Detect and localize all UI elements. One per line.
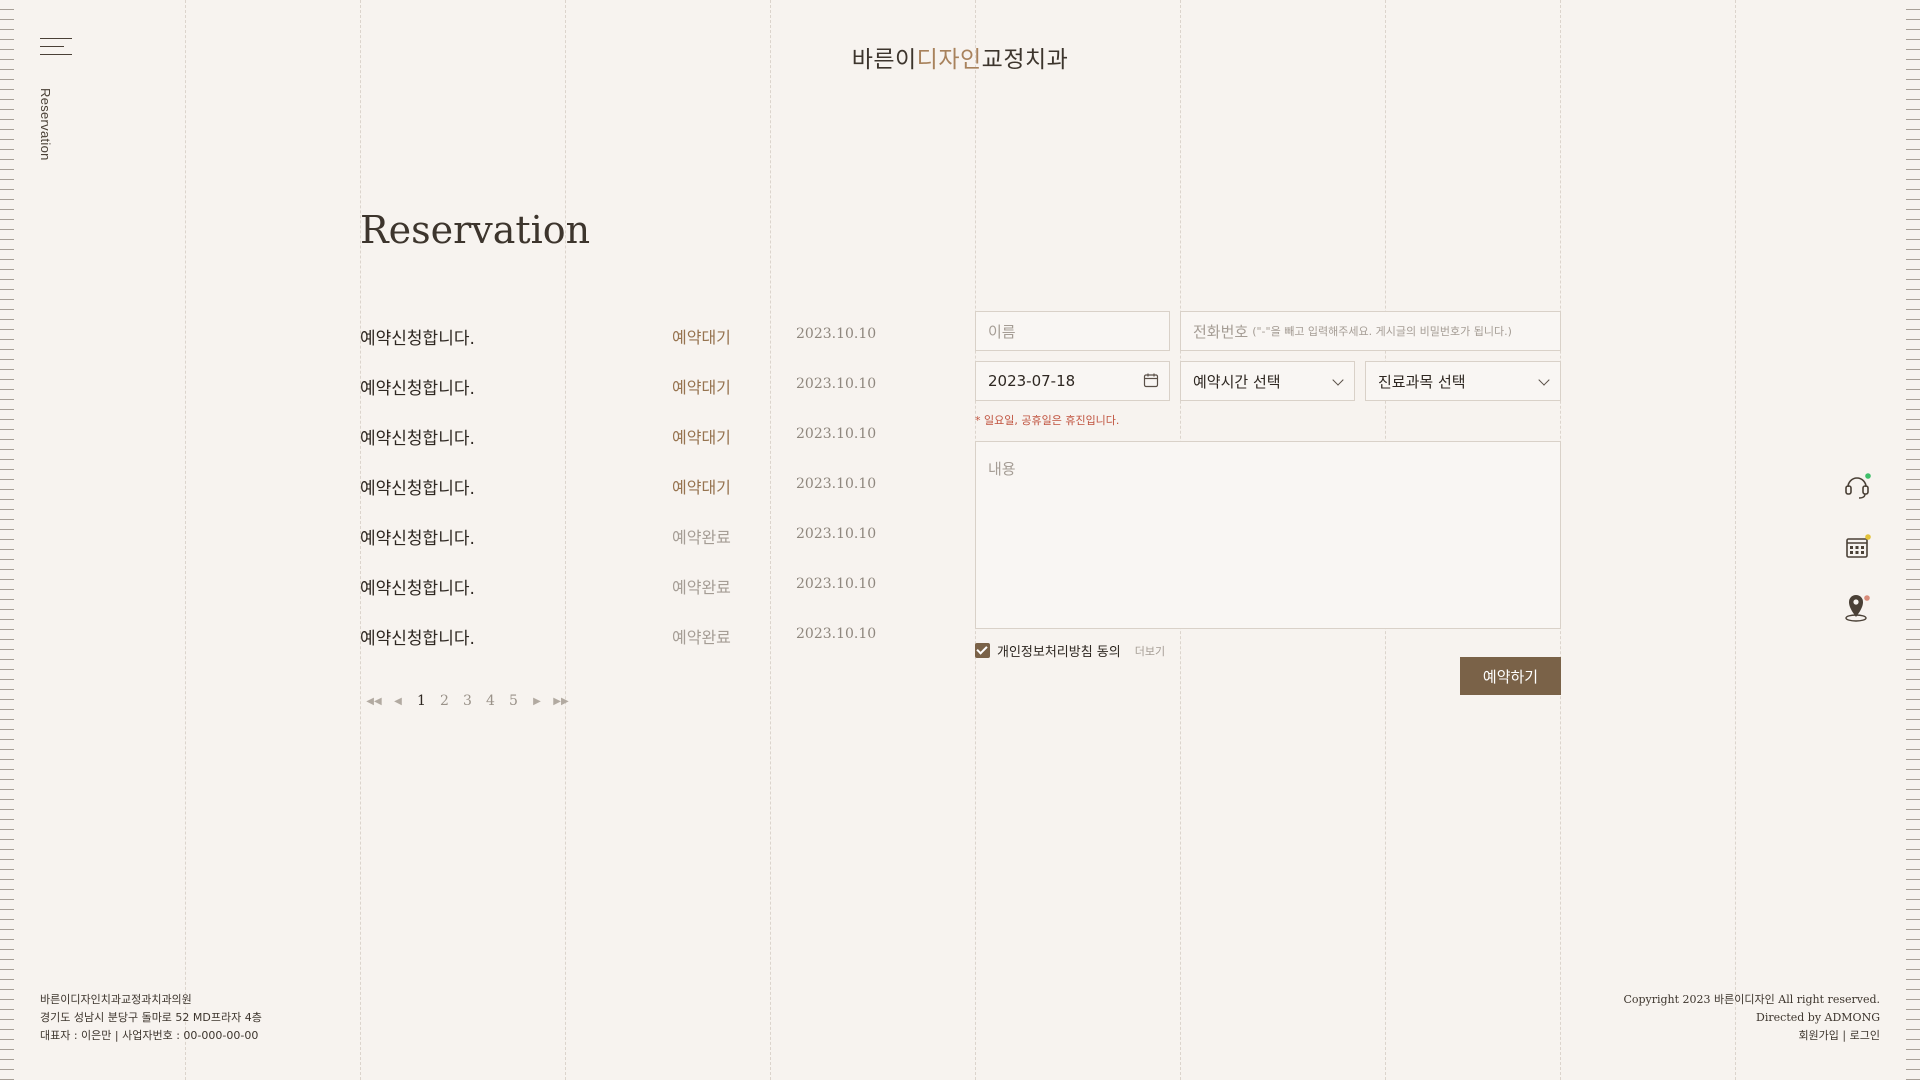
item-title: 예약신청합니다. — [360, 379, 475, 399]
item-title: 예약신청합니다. — [360, 429, 475, 449]
list-item[interactable]: 예약신청합니다. 예약대기 2023.10.10 — [360, 418, 880, 468]
privacy-more-link[interactable]: 더보기 — [1135, 643, 1165, 659]
privacy-checkbox[interactable] — [975, 643, 990, 658]
content-textarea[interactable]: 내용 — [975, 441, 1561, 629]
grid-line — [1735, 0, 1736, 1080]
item-title: 예약신청합니다. — [360, 479, 475, 499]
item-date: 2023.10.10 — [796, 426, 877, 442]
phone-field[interactable]: 전화번호 ("-"을 빼고 입력해주세요. 게시글의 비밀번호가 됩니다.) — [1180, 311, 1561, 351]
status-badge: 예약대기 — [672, 328, 731, 347]
prev-page-icon[interactable]: ◀ — [386, 696, 410, 707]
item-title: 예약신청합니다. — [360, 529, 475, 549]
site-logo[interactable]: 바른이디자인교정치과 — [0, 40, 1920, 74]
phone-placeholder: 전화번호 — [1193, 322, 1249, 341]
footer-links: 회원가입 | 로그인 — [1623, 1027, 1880, 1045]
ruler-left — [0, 0, 22, 1080]
logo-text-accent: 디자인 — [916, 47, 982, 73]
join-link[interactable]: 회원가입 — [1798, 1029, 1838, 1042]
reservation-list: 예약신청합니다. 예약대기 2023.10.10 예약신청합니다. 예약대기 2… — [360, 318, 880, 668]
logo-text-post: 교정치과 — [981, 47, 1069, 73]
department-select-value: 진료과목 선택 — [1378, 372, 1466, 391]
item-title: 예약신청합니다. — [360, 629, 475, 649]
item-title: 예약신청합니다. — [360, 329, 475, 349]
next-page-icon[interactable]: ▶ — [525, 696, 549, 707]
item-date: 2023.10.10 — [796, 626, 877, 642]
item-date: 2023.10.10 — [796, 326, 877, 342]
footer-info: 바른이디자인치과교정과치과의원 경기도 성남시 분당구 돌마로 52 MD프라자… — [40, 991, 262, 1045]
footer-clinic-name: 바른이디자인치과교정과치과의원 — [40, 993, 192, 1006]
name-field[interactable]: 이름 — [975, 311, 1170, 351]
chevron-down-icon — [1538, 374, 1550, 386]
status-badge: 예약완료 — [672, 578, 731, 597]
status-badge: 예약완료 — [672, 628, 731, 647]
list-item[interactable]: 예약신청합니다. 예약대기 2023.10.10 — [360, 318, 880, 368]
last-page-icon[interactable]: ▶▶ — [549, 696, 573, 707]
footer-separator: | — [1842, 1029, 1850, 1042]
reserve-button[interactable]: 예약하기 — [1460, 657, 1561, 695]
item-date: 2023.10.10 — [796, 376, 877, 392]
side-label: Reservation — [38, 88, 53, 161]
ruler-right — [1898, 0, 1920, 1080]
date-field[interactable]: 2023-07-18 — [975, 361, 1170, 401]
login-link[interactable]: 로그인 — [1850, 1029, 1880, 1042]
list-item[interactable]: 예약신청합니다. 예약완료 2023.10.10 — [360, 518, 880, 568]
location-icon[interactable] — [1840, 590, 1874, 624]
page-link[interactable]: 5 — [502, 693, 525, 709]
content-placeholder: 내용 — [988, 460, 1016, 478]
list-item[interactable]: 예약신청합니다. 예약대기 2023.10.10 — [360, 468, 880, 518]
footer-directed: Directed by ADMONG — [1756, 1011, 1880, 1024]
status-badge: 예약대기 — [672, 478, 731, 497]
department-select[interactable]: 진료과목 선택 — [1365, 361, 1561, 401]
item-date: 2023.10.10 — [796, 526, 877, 542]
grid-line — [185, 0, 186, 1080]
privacy-label[interactable]: 개인정보처리방침 동의 — [997, 641, 1121, 660]
pagination: ◀◀ ◀ 1 2 3 4 5 ▶ ▶▶ — [362, 690, 573, 712]
item-date: 2023.10.10 — [796, 476, 877, 492]
logo-text-pre: 바른이 — [851, 47, 917, 73]
calendar-icon[interactable] — [1840, 530, 1874, 564]
first-page-icon[interactable]: ◀◀ — [362, 696, 386, 707]
status-badge: 예약대기 — [672, 378, 731, 397]
item-date: 2023.10.10 — [796, 576, 877, 592]
page-link[interactable]: 3 — [456, 693, 479, 709]
time-select[interactable]: 예약시간 선택 — [1180, 361, 1355, 401]
list-item[interactable]: 예약신청합니다. 예약완료 2023.10.10 — [360, 568, 880, 618]
name-placeholder: 이름 — [988, 322, 1016, 341]
chevron-down-icon — [1332, 374, 1344, 386]
page-link[interactable]: 1 — [410, 693, 433, 709]
date-value: 2023-07-18 — [988, 372, 1076, 390]
item-title: 예약신청합니다. — [360, 579, 475, 599]
status-badge: 예약완료 — [672, 528, 731, 547]
footer-copyright: Copyright 2023 바른이디자인 All right reserved… — [1623, 993, 1880, 1006]
footer-address: 경기도 성남시 분당구 돌마로 52 MD프라자 4층 — [40, 1011, 262, 1024]
footer-credits: Copyright 2023 바른이디자인 All right reserved… — [1623, 991, 1880, 1045]
list-item[interactable]: 예약신청합니다. 예약대기 2023.10.10 — [360, 368, 880, 418]
privacy-agree: 개인정보처리방침 동의 더보기 — [975, 641, 1165, 660]
page-title: Reservation — [360, 208, 591, 252]
time-select-value: 예약시간 선택 — [1193, 372, 1281, 391]
calendar-picker-icon[interactable] — [1143, 372, 1159, 388]
headset-icon[interactable] — [1840, 469, 1874, 503]
footer-business-info: 대표자 : 이은만 | 사업자번호 : 00-000-00-00 — [40, 1029, 259, 1042]
status-badge: 예약대기 — [672, 428, 731, 447]
page-link[interactable]: 4 — [479, 693, 502, 709]
page-link[interactable]: 2 — [433, 693, 456, 709]
phone-hint: ("-"을 빼고 입력해주세요. 게시글의 비밀번호가 됩니다.) — [1252, 325, 1512, 338]
holiday-notice: * 일요일, 공휴일은 휴진입니다. — [975, 414, 1120, 427]
list-item[interactable]: 예약신청합니다. 예약완료 2023.10.10 — [360, 618, 880, 668]
